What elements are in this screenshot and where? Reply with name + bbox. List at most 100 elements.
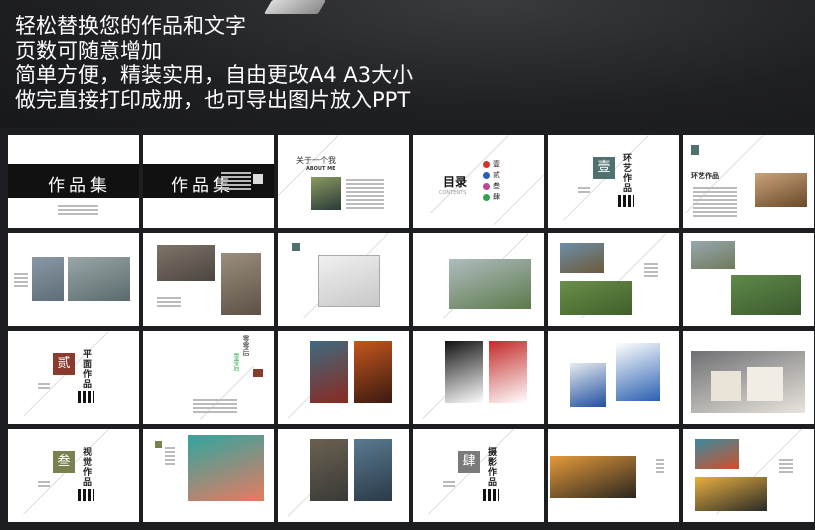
text-line — [221, 184, 251, 186]
text-line — [578, 191, 590, 193]
page-thumbnail[interactable] — [548, 331, 679, 424]
thumbnail-image — [157, 245, 215, 281]
page-thumbnail[interactable] — [143, 429, 274, 522]
thumbnail-image — [570, 363, 606, 407]
text-line — [779, 459, 793, 461]
text-line — [644, 267, 658, 269]
text-line — [221, 172, 251, 174]
toc-bullet-icon — [483, 171, 490, 179]
page-thumbnail[interactable] — [683, 233, 814, 326]
thumbnail-image — [318, 255, 380, 307]
section-number-badge: 叁 — [53, 451, 75, 473]
text-line — [58, 205, 98, 207]
thumbnail-image — [560, 243, 604, 273]
section-number-badge: 肆 — [458, 451, 480, 473]
text-line — [38, 387, 50, 389]
page-thumbnail[interactable]: 零零后 零零后 — [143, 331, 274, 424]
text-line — [346, 195, 384, 197]
thumbnail-image — [449, 259, 531, 309]
toc-label: 肆 — [493, 193, 500, 201]
text-line — [346, 183, 384, 185]
cover-band: 作品集 — [8, 164, 139, 198]
text-line — [693, 191, 737, 193]
text-line — [346, 187, 384, 189]
section-title: 环艺作品 — [621, 153, 631, 193]
page-thumbnail[interactable]: 壹环艺作品 — [548, 135, 679, 228]
text-line — [656, 459, 664, 461]
page-thumbnail[interactable]: 环艺作品 — [683, 135, 814, 228]
page-thumbnail[interactable]: 目录 CONTENTS 壹贰叁肆 — [413, 135, 544, 228]
headline-line: 简单方便，精装实用，自由更改A4 A3大小 — [15, 63, 414, 87]
page-thumbnail[interactable] — [413, 331, 544, 424]
toc-item[interactable]: 叁 — [483, 181, 500, 191]
text-line — [165, 451, 175, 453]
toc-bullet-icon — [483, 160, 490, 168]
text-line — [693, 207, 737, 209]
page-title: 零零后 — [242, 335, 250, 356]
thumbnail-image — [445, 341, 483, 403]
section-bars-icon — [618, 195, 634, 207]
toc-item[interactable]: 壹 — [483, 159, 500, 169]
diagonal-line — [493, 175, 544, 226]
toc-item[interactable]: 肆 — [483, 192, 500, 202]
accent-text: 零零后 — [232, 353, 239, 371]
text-line — [443, 481, 455, 483]
section-title: 摄影作品 — [486, 447, 496, 487]
cover-title: 作品集 — [48, 176, 111, 196]
text-line — [346, 179, 384, 181]
page-thumbnail[interactable]: 作品集 — [8, 135, 139, 228]
section-title: 视觉作品 — [81, 447, 91, 487]
page-thumbnail[interactable]: 叁视觉作品 — [8, 429, 139, 522]
page-thumbnail[interactable] — [278, 429, 409, 522]
text-line — [14, 285, 28, 287]
cover-band: 作品集 — [143, 164, 274, 198]
headline-line: 做完直接打印成册，也可导出图片放入PPT — [15, 87, 411, 112]
page-thumbnail[interactable] — [413, 233, 544, 326]
page-thumbnail[interactable]: 关于一个我 ABOUT ME — [278, 135, 409, 228]
text-line — [157, 301, 181, 303]
thumbnail-image — [731, 275, 801, 315]
page-thumbnail[interactable]: 肆摄影作品 — [413, 429, 544, 522]
thumbnail-image — [32, 257, 64, 301]
text-line — [693, 195, 737, 197]
page-thumbnail[interactable] — [8, 233, 139, 326]
headline: 轻松替换您的作品和文字 页数可随意增加 简单方便，精装实用，自由更改A4 A3大… — [15, 14, 413, 112]
text-line — [693, 187, 737, 189]
page-thumbnail[interactable]: 作品集 — [143, 135, 274, 228]
text-line — [656, 463, 664, 465]
page-thumbnail[interactable] — [278, 331, 409, 424]
text-line — [346, 191, 384, 193]
thumbnail-image — [560, 281, 632, 315]
decorative-object — [263, 0, 327, 14]
page-thumbnail-grid: 作品集 作品集 关于一个我 ABOUT ME 目录 CONTENTS 壹贰叁肆壹环艺作品 环艺… — [8, 135, 814, 522]
page-thumbnail[interactable] — [548, 233, 679, 326]
page-thumbnail[interactable] — [683, 429, 814, 522]
section-title: 平面作品 — [81, 349, 91, 389]
page-thumbnail[interactable] — [683, 331, 814, 424]
text-line — [221, 180, 251, 182]
qr-code — [253, 174, 263, 184]
page-thumbnail[interactable] — [143, 233, 274, 326]
headline-line: 轻松替换您的作品和文字 — [15, 14, 246, 38]
badge — [253, 369, 263, 377]
thumbnail-image — [68, 257, 130, 301]
page-thumbnail[interactable]: 贰平面作品 — [8, 331, 139, 424]
product-box — [711, 371, 741, 401]
thumbnail-image — [695, 439, 739, 469]
page-thumbnail[interactable] — [548, 429, 679, 522]
toc-title: 目录 — [443, 175, 468, 189]
text-line — [157, 297, 181, 299]
text-line — [193, 399, 237, 401]
section-number-badge: 壹 — [593, 157, 615, 179]
text-line — [443, 485, 455, 487]
thumbnail-image — [489, 341, 527, 403]
toc-subtitle: CONTENTS — [439, 190, 467, 196]
toc-item[interactable]: 贰 — [483, 170, 500, 180]
toc-bullet-icon — [483, 182, 490, 190]
text-line — [656, 471, 664, 473]
text-line — [779, 467, 793, 469]
thumbnail-image — [691, 241, 735, 269]
toc-label: 叁 — [493, 182, 500, 190]
about-subtitle: ABOUT ME — [306, 166, 336, 172]
page-thumbnail[interactable] — [278, 233, 409, 326]
